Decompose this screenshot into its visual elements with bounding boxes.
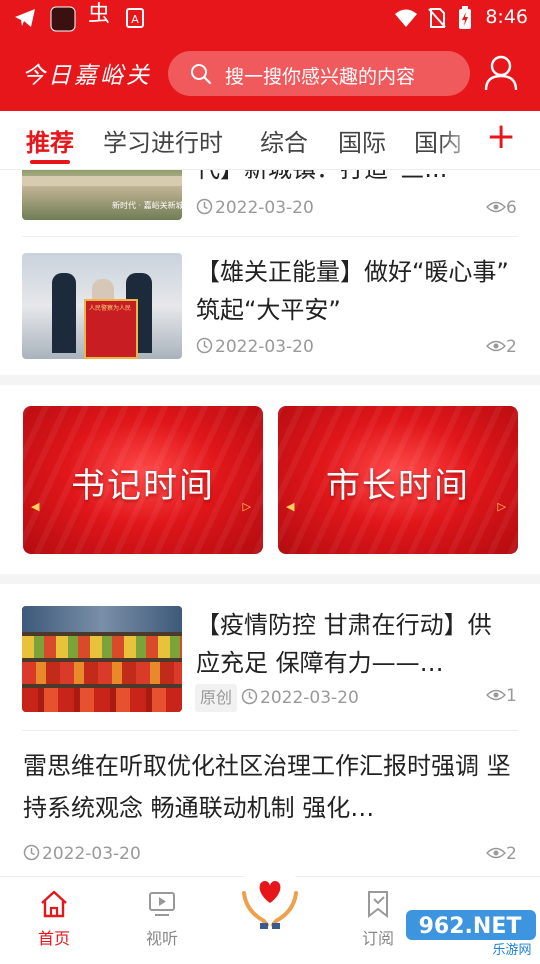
center-action-button[interactable] [234,863,306,935]
a-icon: A [126,8,144,33]
view-count: 2 [486,337,517,357]
news-item-1[interactable]: 新时代 · 嘉峪关新城镇 · 奋进新时代 代】新城镇：打造“三... 2022-… [0,170,540,236]
arrow-right-icon: ▷ [242,500,251,513]
eye-icon [486,689,506,701]
eye-icon [486,201,506,213]
banner-label: 市长时间 [326,466,470,506]
news-title: 【雄关正能量】做好“暖心事” 筑起“大平安” [196,258,509,324]
user-button[interactable] [484,55,518,95]
search-box[interactable]: 搜一搜你感兴趣的内容 [168,51,470,96]
view-count: 6 [486,198,517,218]
tab-study[interactable]: 学习进行时 [103,123,223,158]
tab-international[interactable]: 国际 [338,123,386,158]
active-tab-indicator [30,160,70,164]
home-icon [41,890,67,918]
view-count: 1 [486,686,517,706]
heart-hands-icon [236,865,304,933]
video-icon [149,892,175,916]
news-date: 2022-03-20 [196,198,314,218]
clock-icon [196,198,213,215]
news-date: 2022-03-20 [241,688,359,708]
tab-recommend[interactable]: 推荐 [26,123,74,158]
clock-icon [23,844,40,861]
category-tabs: 推荐 学习进行时 综合 国际 国内 + [0,111,540,170]
news-item-4[interactable]: 雷思维在听取优化社区治理工作汇报时强调 坚持系统观念 畅通联动机制 强化… 20… [0,731,540,876]
app-header: 虫 A 8:46 今日嘉峪关 搜一搜你感兴趣的内容 [0,0,540,111]
wifi-icon [394,8,418,33]
news-item-3[interactable]: 【疫情防控 甘肃在行动】供应充足 保障有力——… 1 [0,590,540,730]
news-item-2[interactable]: 人民警察为人民 【雄关正能量】做好“暖心事” 筑起“大平安” 2022-03-2… [0,237,540,375]
user-icon [484,55,518,91]
view-count: 2 [486,844,517,864]
svg-text:乐游网: 乐游网 [492,943,531,958]
svg-text:962.NET: 962.NET [419,914,522,939]
chong-icon: 虫 [88,2,111,27]
news-date: 2022-03-20 [196,337,314,357]
app-icon [50,6,76,37]
svg-text:A: A [131,13,139,26]
clock-icon [196,337,213,354]
news-date: 2022-03-20 [23,844,141,864]
arrow-left-icon: ◀ [286,500,295,513]
clock-icon [241,688,258,705]
site-watermark: 962.NET 乐游网 [400,904,540,960]
app-logo: 今日嘉峪关 [22,63,152,89]
mayor-time-banner[interactable]: 市长时间 ◀ ▷ [278,406,518,554]
banner-label: 书记时间 [71,466,215,506]
tab-general[interactable]: 综合 [260,123,308,158]
search-icon [191,64,212,85]
secretary-time-banner[interactable]: 书记时间 ◀ ▷ [23,406,263,554]
news-thumbnail: 人民警察为人民 [22,253,182,359]
arrow-left-icon: ◀ [31,500,40,513]
bookmark-icon [368,891,388,919]
nav-video[interactable]: 视听 [122,877,202,961]
news-title: 雷思维在听取优化社区治理工作汇报时强调 坚持系统观念 畅通联动机制 强化… [23,752,511,822]
eye-icon [486,340,506,352]
status-bar: 虫 A 8:46 [0,0,540,36]
news-thumbnail [22,606,182,712]
nav-home[interactable]: 首页 [14,877,94,961]
original-tag: 原创 [195,684,237,712]
telegram-icon [14,8,36,33]
status-time: 8:46 [485,6,528,28]
news-title: 【疫情防控 甘肃在行动】供应充足 保障有力——… [196,611,492,677]
battery-icon [458,6,472,35]
eye-icon [486,847,506,859]
add-tab-button[interactable]: + [486,117,516,157]
search-placeholder: 搜一搜你感兴趣的内容 [225,66,416,88]
no-sim-icon [428,8,446,33]
news-title: 代】新城镇：打造“三... [196,170,506,188]
news-thumbnail: 新时代 · 嘉峪关新城镇 · 奋进新时代 [22,170,182,220]
arrow-right-icon: ▷ [497,500,506,513]
